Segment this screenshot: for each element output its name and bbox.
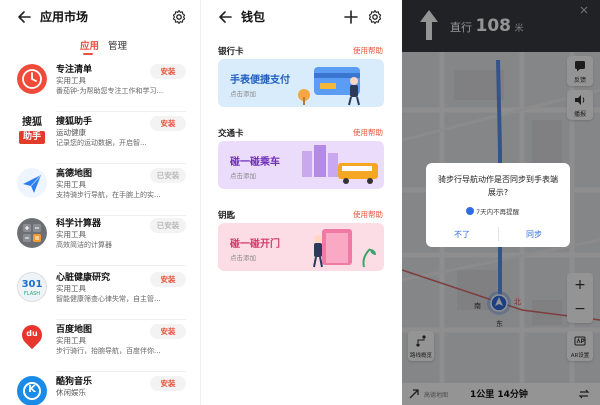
page-title: 应用市场 — [40, 10, 89, 24]
payment-illustration-icon — [298, 67, 360, 106]
sync-to-watch-dialog: 骑步行导航动作是否同步到手表端展示? 7天内不再提醒 不了 同步 — [426, 163, 570, 247]
list-item[interactable]: 301 FLASH 心脏健康研究 实用工具 智能健康筛查心律失常，自主管... … — [0, 270, 200, 320]
amap-app-icon — [17, 168, 47, 198]
page-title: 钱包 — [241, 10, 266, 24]
kugou-app-icon: K — [17, 376, 47, 405]
calculator-app-icon — [17, 218, 47, 248]
list-item[interactable]: 搜狐 助手 搜狐助手 运动健康 记录您的运动数据，开启智... 安装 — [0, 114, 200, 164]
divider — [56, 163, 186, 164]
divider — [56, 265, 186, 266]
key-help-link[interactable]: 使用帮助 — [353, 209, 383, 220]
baidu-map-app-icon: du — [17, 324, 47, 354]
app-category: 休闲娱乐 — [56, 388, 86, 397]
dialog-message: 骑步行导航动作是否同步到手表端展示? — [438, 175, 558, 197]
app-category: 运动健康 — [56, 128, 86, 137]
card-title: 碰一碰开门 — [230, 239, 280, 250]
list-item[interactable]: 高德地图 实用工具 支持骑步行导航，在手腕上的实... 已安装 — [0, 166, 200, 216]
app-name: 搜狐助手 — [56, 117, 93, 127]
baidu-icon-text: du — [26, 329, 38, 338]
sync-button[interactable]: 同步 — [510, 229, 558, 240]
card-subtitle: 点击添加 — [230, 90, 256, 98]
tab-manage[interactable]: 管理 — [108, 38, 127, 52]
market-header: 应用市场 — [0, 6, 200, 28]
kugou-icon-text: K — [28, 384, 36, 395]
navigation-screen: 直行 108 米 反馈 播报 + − 南 北 东 路线概览 AR设置 高德地图 … — [402, 0, 600, 405]
app-description: 记录您的运动数据，开启智... — [56, 139, 147, 147]
install-button[interactable]: 安装 — [150, 324, 186, 339]
back-arrow-icon[interactable] — [16, 9, 32, 25]
app-market-screen: 应用市场 应用 管理 专注清单 实用工具 番茄钟-为帮助您专注工作和学习... … — [0, 0, 200, 405]
install-button[interactable]: 安装 — [150, 376, 186, 391]
sohu-icon-text: 搜狐 — [22, 117, 42, 128]
app-category: 实用工具 — [56, 284, 86, 293]
list-item[interactable]: du 百度地图 实用工具 步行骑行，抬腕导航，百度伴你... 安装 — [0, 322, 200, 372]
back-arrow-icon[interactable] — [217, 9, 233, 25]
wallet-header: 钱包 — [201, 6, 400, 28]
divider — [56, 371, 186, 372]
install-button[interactable]: 安装 — [150, 116, 186, 131]
app-description: 番茄钟-为帮助您专注工作和学习... — [56, 87, 164, 95]
tab-apps[interactable]: 应用 — [80, 38, 99, 52]
section-bank-card-title: 银行卡 — [218, 47, 244, 57]
sohu-app-icon: 搜狐 助手 — [17, 116, 47, 146]
app-name: 科学计算器 — [56, 219, 102, 229]
checkbox-checked-icon — [466, 207, 474, 215]
transit-card-help-link[interactable]: 使用帮助 — [353, 127, 383, 138]
app-description: 高效简洁的计算器 — [56, 241, 112, 249]
remind-checkbox[interactable]: 7天内不再提醒 — [466, 206, 519, 216]
cancel-button[interactable]: 不了 — [438, 229, 486, 240]
focus-clock-app-icon — [17, 64, 47, 94]
card-title: 手表便捷支付 — [230, 75, 290, 86]
settings-gear-icon[interactable] — [171, 9, 187, 25]
bank-card-add-card[interactable]: 手表便捷支付 点击添加 — [218, 59, 384, 107]
app-category: 实用工具 — [56, 230, 86, 239]
app-name: 酷狗音乐 — [56, 377, 93, 387]
remind-checkbox-label: 7天内不再提醒 — [476, 208, 520, 216]
installed-button[interactable]: 已安装 — [150, 218, 186, 233]
bus-illustration-icon — [302, 145, 378, 184]
card-subtitle: 点击添加 — [230, 254, 256, 262]
divider — [56, 111, 186, 112]
active-tab-indicator — [83, 53, 93, 55]
heart-icon-text: 301 — [21, 279, 43, 290]
app-name: 高德地图 — [56, 169, 93, 179]
card-subtitle: 点击添加 — [230, 172, 256, 180]
app-name: 心脏健康研究 — [56, 273, 111, 283]
app-description: 智能健康筛查心律失常，自主管... — [56, 295, 161, 303]
installed-button[interactable]: 已安装 — [150, 168, 186, 183]
app-category: 实用工具 — [56, 336, 86, 345]
app-category: 实用工具 — [56, 76, 86, 85]
card-title: 碰一碰乘车 — [230, 157, 280, 168]
key-add-card[interactable]: 碰一碰开门 点击添加 — [218, 223, 384, 271]
app-category: 实用工具 — [56, 180, 86, 189]
divider — [56, 319, 186, 320]
list-item[interactable]: K 酷狗音乐 休闲娱乐 安装 — [0, 374, 200, 405]
wallet-screen: 钱包 银行卡 使用帮助 手表便捷支付 点击添加 交通卡 使用帮助 碰一碰乘车 点… — [200, 0, 400, 405]
section-transit-card-title: 交通卡 — [218, 129, 244, 139]
app-name: 专注清单 — [56, 65, 93, 75]
list-item[interactable]: 科学计算器 实用工具 高效简洁的计算器 已安装 — [0, 216, 200, 266]
app-name: 百度地图 — [56, 325, 93, 335]
button-divider — [498, 227, 499, 241]
section-key-title: 钥匙 — [218, 211, 236, 221]
list-item[interactable]: 专注清单 实用工具 番茄钟-为帮助您专注工作和学习... 安装 — [0, 62, 200, 112]
bank-card-help-link[interactable]: 使用帮助 — [353, 45, 383, 56]
heart-study-app-icon: 301 FLASH — [17, 272, 47, 302]
app-description: 步行骑行，抬腕导航，百度伴你... — [56, 347, 161, 355]
heart-icon-subtext: FLASH — [23, 291, 41, 297]
install-button[interactable]: 安装 — [150, 64, 186, 79]
app-description: 支持骑步行导航，在手腕上的实... — [56, 191, 161, 199]
add-icon[interactable] — [343, 9, 359, 25]
install-button[interactable]: 安装 — [150, 272, 186, 287]
transit-card-add-card[interactable]: 碰一碰乘车 点击添加 — [218, 141, 384, 189]
sohu-icon-badge: 助手 — [19, 131, 45, 144]
door-key-illustration-icon — [313, 229, 376, 268]
settings-gear-icon[interactable] — [367, 9, 383, 25]
